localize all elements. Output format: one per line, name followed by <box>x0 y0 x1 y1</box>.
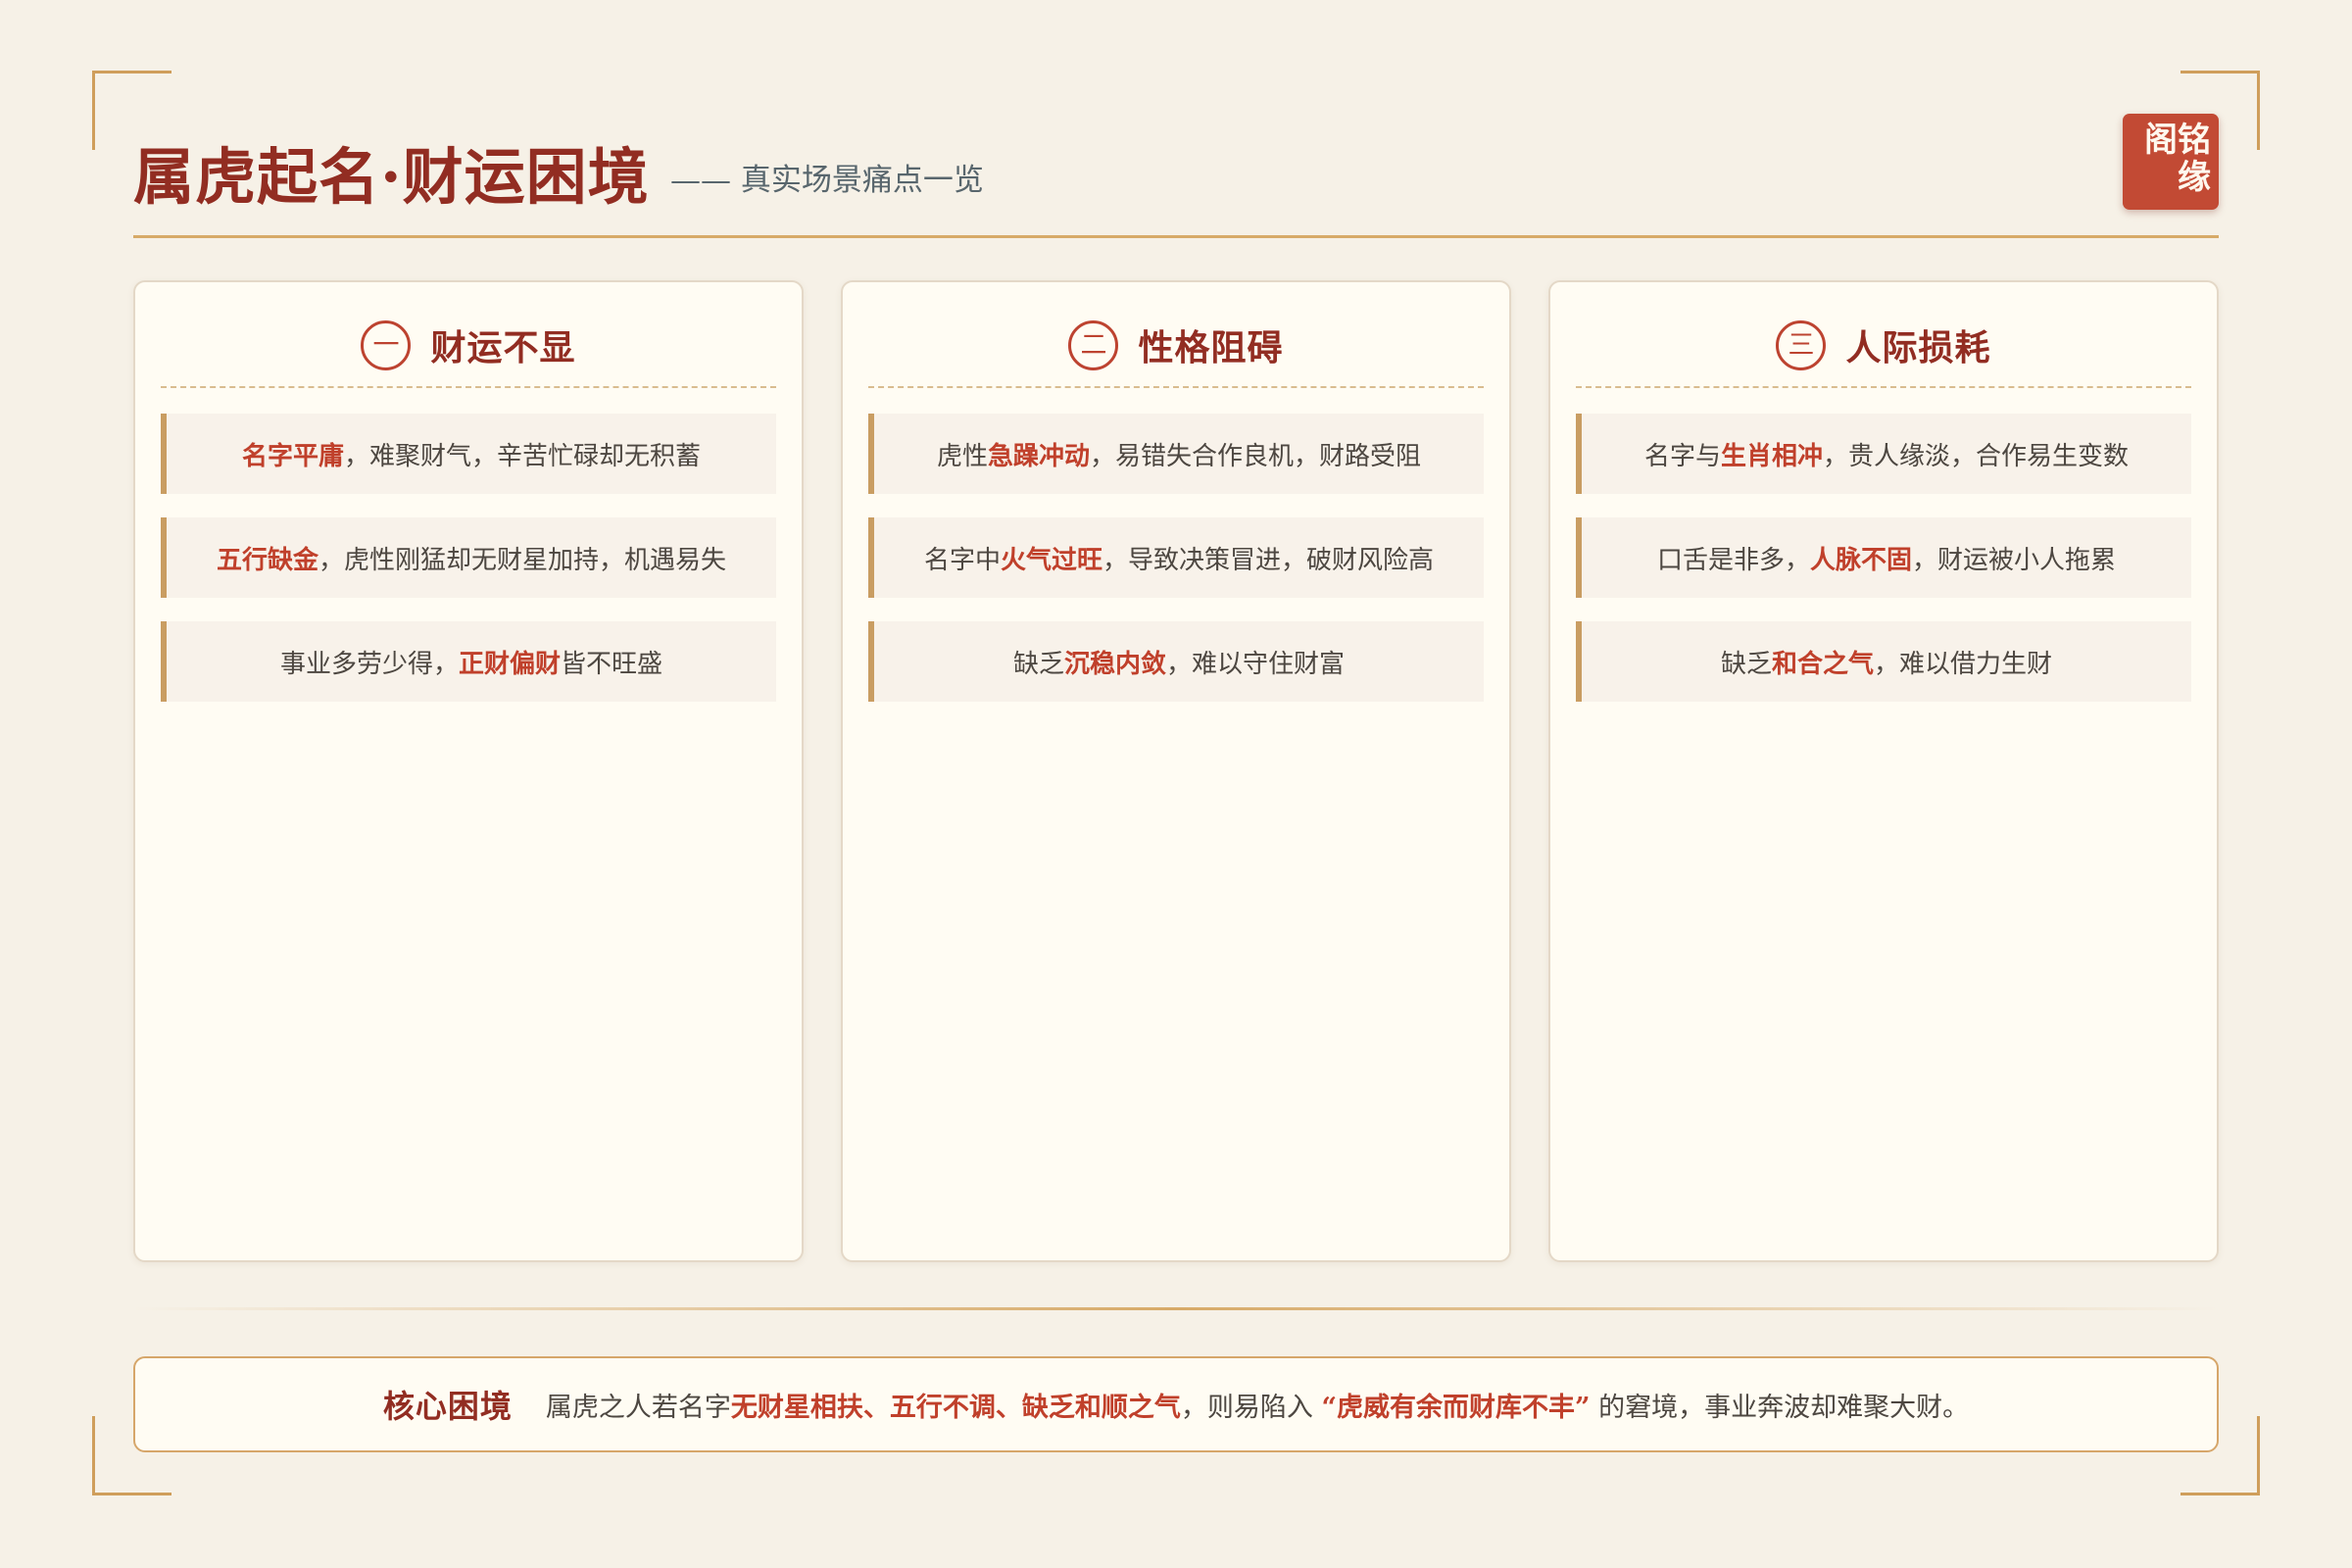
item-highlight: 和合之气 <box>1771 649 1874 679</box>
item-text: 缺乏 <box>1720 649 1772 679</box>
card-wealth-not-obvious: 一 财运不显 名字平庸 ，难聚财气，辛苦忙碌却无积蓄 五行缺金 ，虎性刚猛却无财… <box>133 280 804 1262</box>
summary-label: 核心困境 <box>382 1388 513 1425</box>
summary-text-part: 的窘境，事业奔波却难聚大财。 <box>1590 1392 1970 1423</box>
item-text: 皆不旺盛 <box>561 649 663 679</box>
item-text: 缺乏 <box>1012 649 1064 679</box>
pain-point-item: 五行缺金 ，虎性刚猛却无财星加持，机遇易失 <box>161 517 776 598</box>
numeral-badge: 二 <box>1068 319 1119 370</box>
page-header: 属虎起名·财运困境 —— 真实场景痛点一览 阁铭缘 <box>133 114 2219 238</box>
pain-point-item: 缺乏 和合之气 ，难以借力生财 <box>1576 621 2191 702</box>
page-subtitle: —— 真实场景痛点一览 <box>670 163 984 198</box>
item-text: 事业多劳少得， <box>279 649 459 679</box>
pain-point-cards: 一 财运不显 名字平庸 ，难聚财气，辛苦忙碌却无积蓄 五行缺金 ，虎性刚猛却无财… <box>133 280 2219 1264</box>
item-text: 虎性 <box>936 441 988 471</box>
summary-highlight-quote: “虎威有余而财库不丰” <box>1321 1392 1591 1423</box>
card-header: 一 财运不显 <box>161 304 776 388</box>
item-text: ，难聚财气，辛苦忙碌却无积蓄 <box>344 441 702 471</box>
card-title: 性格阻碍 <box>1138 327 1284 368</box>
summary-text-part: ，则易陷入 <box>1180 1392 1322 1423</box>
item-highlight: 正财偏财 <box>458 649 561 679</box>
item-text: ，易错失合作良机，财路受阻 <box>1090 441 1422 471</box>
card-items: 名字平庸 ，难聚财气，辛苦忙碌却无积蓄 五行缺金 ，虎性刚猛却无财星加持，机遇易… <box>161 414 776 725</box>
pain-point-item: 缺乏 沉稳内敛 ，难以守住财富 <box>868 621 1484 702</box>
pain-point-item: 事业多劳少得， 正财偏财 皆不旺盛 <box>161 621 776 702</box>
page-title: 属虎起名·财运困境 <box>133 141 650 213</box>
item-highlight: 沉稳内敛 <box>1063 649 1166 679</box>
card-personality-obstacle: 二 性格阻碍 虎性 急躁冲动 ，易错失合作良机，财路受阻 名字中 火气过旺 ，导… <box>841 280 1511 1262</box>
item-highlight: 人脉不固 <box>1809 545 1912 575</box>
pain-point-item: 虎性 急躁冲动 ，易错失合作良机，财路受阻 <box>868 414 1484 494</box>
section-divider <box>133 1307 2219 1310</box>
item-text: 名字中 <box>923 545 1001 575</box>
item-text: ，贵人缘淡，合作易生变数 <box>1823 441 2130 471</box>
item-text: 名字与 <box>1643 441 1721 471</box>
item-highlight: 五行缺金 <box>216 545 318 575</box>
pain-point-item: 名字中 火气过旺 ，导致决策冒进，破财风险高 <box>868 517 1484 598</box>
item-text: ，财运被小人拖累 <box>1912 545 2117 575</box>
card-header: 二 性格阻碍 <box>868 304 1484 388</box>
card-title: 财运不显 <box>430 327 576 368</box>
card-items: 虎性 急躁冲动 ，易错失合作良机，财路受阻 名字中 火气过旺 ，导致决策冒进，破… <box>868 414 1484 725</box>
pain-point-item: 口舌是非多， 人脉不固 ，财运被小人拖累 <box>1576 517 2191 598</box>
item-text: ，难以守住财富 <box>1166 649 1346 679</box>
pain-point-item: 名字与 生肖相冲 ，贵人缘淡，合作易生变数 <box>1576 414 2191 494</box>
brand-seal: 阁铭缘 <box>2123 114 2219 210</box>
summary-text-part: 属虎之人若名字 <box>545 1392 731 1423</box>
card-header: 三 人际损耗 <box>1576 304 2191 388</box>
item-text: 口舌是非多， <box>1656 545 1810 575</box>
item-text: ，虎性刚猛却无财星加持，机遇易失 <box>318 545 727 575</box>
card-interpersonal-loss: 三 人际损耗 名字与 生肖相冲 ，贵人缘淡，合作易生变数 口舌是非多， 人脉不固… <box>1548 280 2219 1262</box>
numeral-badge: 一 <box>361 319 412 370</box>
item-highlight: 名字平庸 <box>241 441 344 471</box>
card-items: 名字与 生肖相冲 ，贵人缘淡，合作易生变数 口舌是非多， 人脉不固 ，财运被小人… <box>1576 414 2191 725</box>
core-dilemma-box: 核心困境 属虎之人若名字无财星相扶、五行不调、缺乏和顺之气，则易陷入 “虎威有余… <box>133 1356 2219 1452</box>
item-highlight: 生肖相冲 <box>1720 441 1823 471</box>
item-highlight: 急躁冲动 <box>987 441 1090 471</box>
summary-highlight: 无财星相扶、五行不调、缺乏和顺之气 <box>730 1392 1181 1423</box>
card-title: 人际损耗 <box>1845 327 1991 368</box>
numeral-badge: 三 <box>1776 319 1827 370</box>
summary-text: 属虎之人若名字无财星相扶、五行不调、缺乏和顺之气，则易陷入 “虎威有余而财库不丰… <box>546 1386 1969 1424</box>
item-text: ，导致决策冒进，破财风险高 <box>1102 545 1435 575</box>
item-highlight: 火气过旺 <box>1000 545 1102 575</box>
item-text: ，难以借力生财 <box>1874 649 2053 679</box>
pain-point-item: 名字平庸 ，难聚财气，辛苦忙碌却无积蓄 <box>161 414 776 494</box>
